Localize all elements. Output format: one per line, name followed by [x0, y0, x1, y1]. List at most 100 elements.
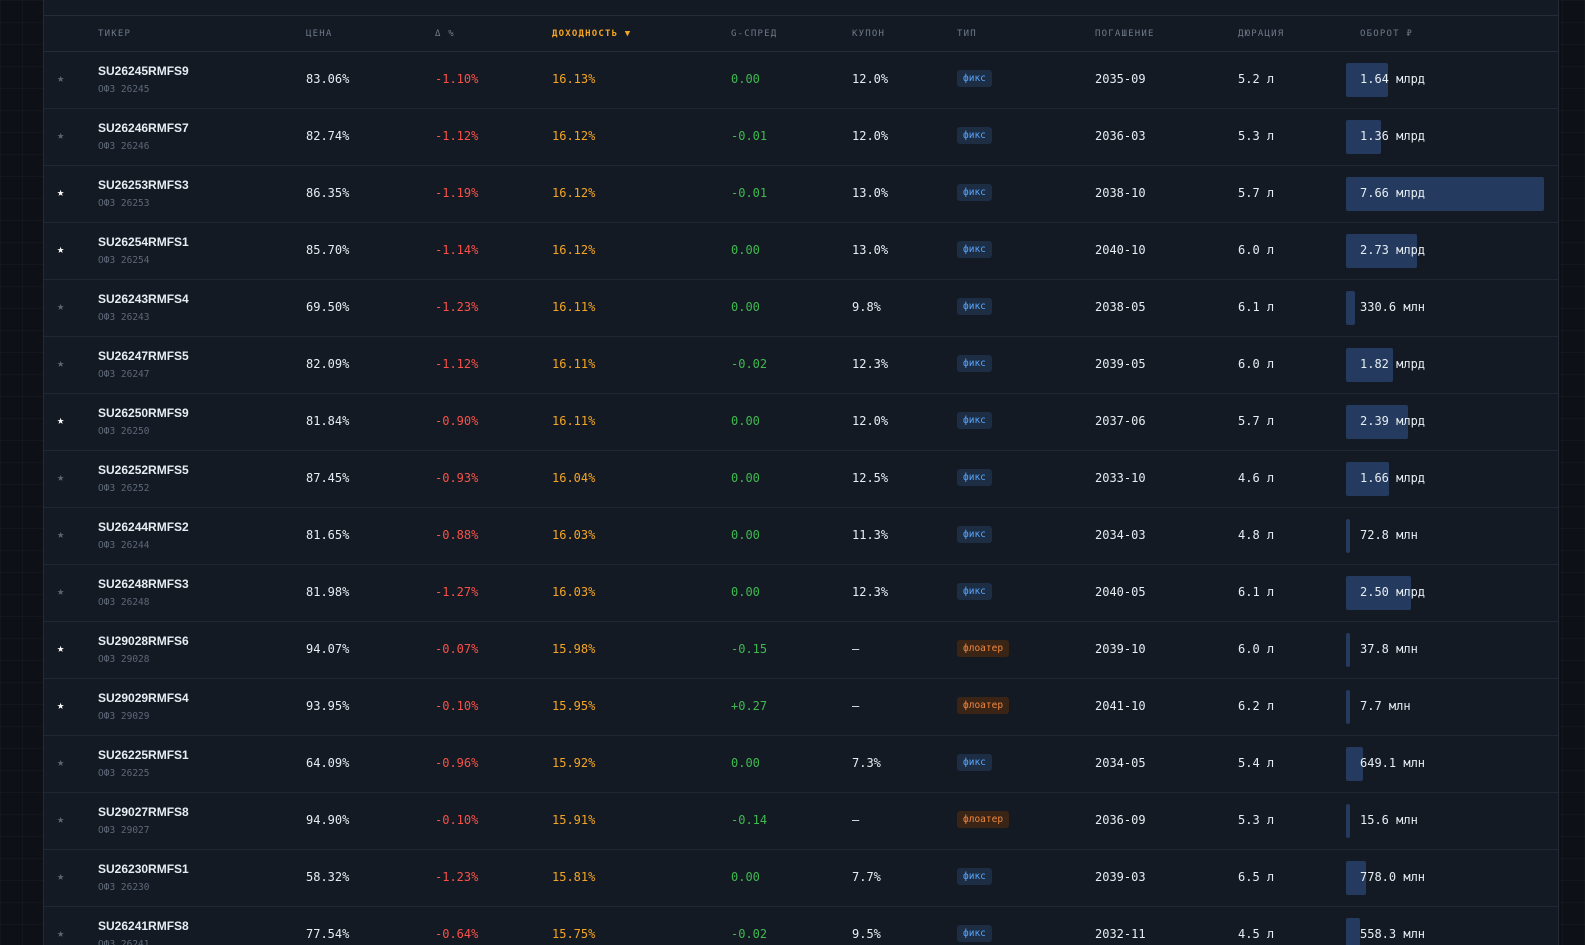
table-row[interactable]: ★ SU26252RMFS5 ОФЗ 26252 87.45% -0.93% 1… [44, 451, 1558, 508]
yield-cell: 16.03% [552, 528, 596, 542]
table-row[interactable]: ★ SU26247RMFS5 ОФЗ 26247 82.09% -1.12% 1… [44, 337, 1558, 394]
table-row[interactable]: ★ SU26243RMFS4 ОФЗ 26243 69.50% -1.23% 1… [44, 280, 1558, 337]
yield-cell: 16.12% [552, 186, 596, 200]
bond-name: ОФЗ 26244 [98, 540, 150, 551]
change-cell: -0.10% [435, 813, 479, 827]
g-spread-cell: 0.00 [731, 756, 760, 770]
favorite-star-icon[interactable]: ★ [57, 869, 64, 883]
change-cell: -1.10% [435, 72, 479, 86]
bond-name: ОФЗ 29029 [98, 711, 150, 722]
table-row[interactable]: ★ SU26250RMFS9 ОФЗ 26250 81.84% -0.90% 1… [44, 394, 1558, 451]
favorite-star-icon[interactable]: ★ [57, 413, 64, 427]
table-row[interactable]: ★ SU26230RMFS1 ОФЗ 26230 58.32% -1.23% 1… [44, 850, 1558, 907]
favorite-star-icon[interactable]: ★ [57, 584, 64, 598]
table-row[interactable]: ★ SU29029RMFS4 ОФЗ 29029 93.95% -0.10% 1… [44, 679, 1558, 736]
g-spread-cell: 0.00 [731, 72, 760, 86]
ticker-code: SU26230RMFS1 [98, 862, 189, 876]
volume-text: 2.39 млрд [1360, 414, 1426, 428]
column-header-price[interactable]: ЦЕНА [306, 29, 332, 39]
favorite-star-icon[interactable]: ★ [57, 470, 64, 484]
volume-cell: 330.6 млн [1346, 291, 1544, 325]
coupon-cell: — [852, 699, 860, 713]
g-spread-cell: -0.02 [731, 357, 768, 371]
ticker-code: SU26225RMFS1 [98, 748, 189, 762]
bond-name: ОФЗ 26245 [98, 84, 150, 95]
price-cell: 93.95% [306, 699, 350, 713]
yield-cell: 15.95% [552, 699, 596, 713]
column-header-yield[interactable]: ДОХОДНОСТЬ ▼ [552, 29, 631, 39]
type-cell: фикс [957, 184, 992, 201]
favorite-star-icon[interactable]: ★ [57, 641, 64, 655]
table-row[interactable]: ★ SU26248RMFS3 ОФЗ 26248 81.98% -1.27% 1… [44, 565, 1558, 622]
duration-cell: 4.8 л [1238, 528, 1275, 542]
coupon-cell: 13.0% [852, 186, 889, 200]
type-badge: фикс [957, 184, 992, 201]
coupon-cell: 9.5% [852, 927, 881, 941]
duration-cell: 6.0 л [1238, 243, 1275, 257]
yield-cell: 16.11% [552, 414, 596, 428]
table-row[interactable]: ★ SU26254RMFS1 ОФЗ 26254 85.70% -1.14% 1… [44, 223, 1558, 280]
table-row[interactable]: ★ SU26241RMFS8 ОФЗ 26241 77.54% -0.64% 1… [44, 907, 1558, 945]
favorite-star-icon[interactable]: ★ [57, 812, 64, 826]
volume-text: 2.50 млрд [1360, 585, 1426, 599]
column-header-maturity[interactable]: ПОГАШЕНИЕ [1095, 29, 1155, 39]
table-row[interactable]: ★ SU29027RMFS8 ОФЗ 29027 94.90% -0.10% 1… [44, 793, 1558, 850]
table-row[interactable]: ★ SU29028RMFS6 ОФЗ 29028 94.07% -0.07% 1… [44, 622, 1558, 679]
maturity-cell: 2032-11 [1095, 927, 1146, 941]
column-header-change[interactable]: Δ % [435, 29, 455, 39]
volume-text: 558.3 млн [1360, 927, 1426, 941]
ticker-code: SU29028RMFS6 [98, 634, 189, 648]
favorite-star-icon[interactable]: ★ [57, 356, 64, 370]
maturity-cell: 2040-05 [1095, 585, 1146, 599]
column-header-coupon[interactable]: КУПОН [852, 29, 885, 39]
column-header-ticker[interactable]: ТИКЕР [98, 29, 131, 39]
favorite-star-icon[interactable]: ★ [57, 71, 64, 85]
maturity-cell: 2033-10 [1095, 471, 1146, 485]
column-header-type[interactable]: ТИП [957, 29, 977, 39]
change-cell: -0.07% [435, 642, 479, 656]
price-cell: 82.74% [306, 129, 350, 143]
favorite-star-icon[interactable]: ★ [57, 128, 64, 142]
g-spread-cell: +0.27 [731, 699, 768, 713]
coupon-cell: 12.0% [852, 414, 889, 428]
column-header-spread[interactable]: G-СПРЕД [731, 29, 777, 39]
yield-cell: 15.98% [552, 642, 596, 656]
table-row[interactable]: ★ SU26244RMFS2 ОФЗ 26244 81.65% -0.88% 1… [44, 508, 1558, 565]
favorite-star-icon[interactable]: ★ [57, 755, 64, 769]
type-cell: фикс [957, 298, 992, 315]
table-row[interactable]: ★ SU26253RMFS3 ОФЗ 26253 86.35% -1.19% 1… [44, 166, 1558, 223]
favorite-star-icon[interactable]: ★ [57, 299, 64, 313]
duration-cell: 6.0 л [1238, 642, 1275, 656]
type-badge: фикс [957, 925, 992, 942]
volume-text: 72.8 млн [1360, 528, 1418, 542]
favorite-star-icon[interactable]: ★ [57, 185, 64, 199]
yield-cell: 15.75% [552, 927, 596, 941]
change-cell: -0.64% [435, 927, 479, 941]
favorite-star-icon[interactable]: ★ [57, 527, 64, 541]
yield-cell: 16.12% [552, 129, 596, 143]
coupon-cell: 7.7% [852, 870, 881, 884]
type-badge: фикс [957, 241, 992, 258]
duration-cell: 5.3 л [1238, 129, 1275, 143]
favorite-star-icon[interactable]: ★ [57, 698, 64, 712]
maturity-cell: 2039-05 [1095, 357, 1146, 371]
price-cell: 94.07% [306, 642, 350, 656]
column-header-duration[interactable]: ДЮРАЦИЯ [1238, 29, 1284, 39]
favorite-star-icon[interactable]: ★ [57, 242, 64, 256]
column-header-volume[interactable]: ОБОРОТ ₽ [1360, 29, 1413, 39]
duration-cell: 6.2 л [1238, 699, 1275, 713]
table-row[interactable]: ★ SU26246RMFS7 ОФЗ 26246 82.74% -1.12% 1… [44, 109, 1558, 166]
ticker-code: SU26252RMFS5 [98, 463, 189, 477]
coupon-cell: 7.3% [852, 756, 881, 770]
favorite-star-icon[interactable]: ★ [57, 926, 64, 940]
price-cell: 77.54% [306, 927, 350, 941]
volume-text: 7.66 млрд [1360, 186, 1426, 200]
table-row[interactable]: ★ SU26245RMFS9 ОФЗ 26245 83.06% -1.10% 1… [44, 52, 1558, 109]
change-cell: -1.23% [435, 300, 479, 314]
volume-cell: 2.73 млрд [1346, 234, 1544, 268]
table-row[interactable]: ★ SU26225RMFS1 ОФЗ 26225 64.09% -0.96% 1… [44, 736, 1558, 793]
type-badge: флоатер [957, 811, 1010, 828]
g-spread-cell: -0.14 [731, 813, 768, 827]
ticker-code: SU26254RMFS1 [98, 235, 189, 249]
maturity-cell: 2034-03 [1095, 528, 1146, 542]
